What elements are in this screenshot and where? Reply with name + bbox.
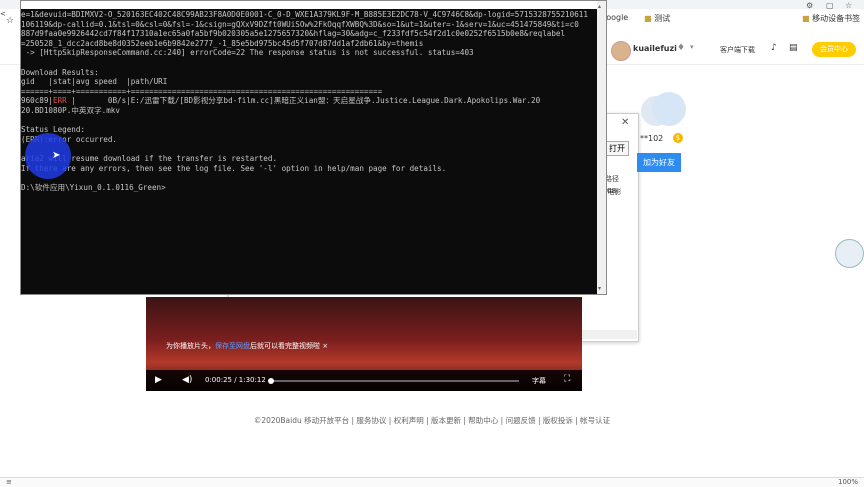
add-friend-button[interactable]: 加为好友 <box>637 153 681 172</box>
video-controls: ▶ ◀) 0:00:25 / 1:30:12 字幕 ⛶ <box>146 370 582 391</box>
console-window[interactable]: e=1&devuid=BDIMXV2-O_520163EC402C48C99AB… <box>20 0 607 295</box>
video-subtitle: 为你播放片头，保存至网盘后就可以看完整视频啦 × <box>166 342 329 350</box>
bookmark-test[interactable]: ■ 测试 <box>644 13 670 24</box>
scroll-down-icon[interactable]: ▾ <box>598 285 601 292</box>
mouse-pointer-icon: ➤ <box>52 150 61 161</box>
volume-icon[interactable]: ◀) <box>182 375 192 385</box>
diamond-icon: ♦ <box>677 43 686 53</box>
back-icon[interactable]: < <box>0 10 6 18</box>
cursor-highlight <box>25 133 71 179</box>
clipboard-icon[interactable]: ▤ <box>789 43 798 53</box>
star-icon[interactable]: ☆ <box>845 1 852 10</box>
console-line: If there are any errors, then see the lo… <box>21 163 447 173</box>
console-line: (ERR):error occurred. <box>21 134 118 144</box>
play-icon[interactable]: ▶ <box>155 375 162 385</box>
console-line: D:\软件应用\Yixun_0.1.0116_Green> <box>21 182 166 192</box>
client-download-link[interactable]: 客户端下载 <box>720 45 755 55</box>
open-button[interactable]: 打开 <box>605 141 629 156</box>
zoom-level[interactable]: 100% <box>838 478 858 486</box>
folder-icon: ■ <box>644 14 652 23</box>
fullscreen-icon[interactable]: ⛶ <box>564 374 570 384</box>
bell-icon[interactable]: ♪ <box>771 43 777 53</box>
console-line: =250528_1_dcc2acd8be8d0352eeb1e6b9842e27… <box>21 38 424 48</box>
tab-strip-icon: ☆ <box>6 16 15 26</box>
bookmark-mobile[interactable]: ■ 移动设备书签 <box>802 13 860 24</box>
username[interactable]: kuailefuzi <box>633 44 677 53</box>
close-icon[interactable]: ✕ <box>621 117 629 128</box>
tab-icon[interactable]: ▢ <box>826 1 834 10</box>
console-line: 960c89|ERR | 0B/s|E:/迅雷下载/[BD影视分享bd-film… <box>21 96 541 106</box>
console-line: 887d9faa0e9926442cd7f84f17310a1ec65a0fa5… <box>21 29 566 39</box>
console-scrollbar[interactable]: ▴ ▾ <box>597 1 606 294</box>
console-line: Download Results: <box>21 67 99 77</box>
console-line: aria2 will resume download if the transf… <box>21 153 278 163</box>
chevron-down-icon[interactable]: ▾ <box>690 43 694 51</box>
console-line: 106119&dp-callid=0.1&tsl=0&csl=0&fsl=-1&… <box>21 19 579 29</box>
scroll-up-icon[interactable]: ▴ <box>598 3 601 10</box>
subtitle-button[interactable]: 字幕 <box>532 376 546 386</box>
user-id: **102 <box>640 134 664 143</box>
avatar[interactable] <box>611 41 631 61</box>
console-line: 20.BD1080P.中英双字.mkv <box>21 105 120 115</box>
settings-icon[interactable]: ⚙ <box>806 1 813 10</box>
console-line: ======+====+===========+================… <box>21 86 383 96</box>
coin-icon: $ <box>673 133 683 143</box>
progress-handle[interactable] <box>268 378 274 384</box>
folder-icon: ■ <box>802 14 810 23</box>
floating-avatar[interactable] <box>835 239 864 268</box>
bookmarks-bar: Google ■ 测试 ■ 移动设备书签 <box>600 13 864 27</box>
video-time: 0:00:25 / 1:30:12 <box>205 376 266 384</box>
console-line: gid |stat|avg speed |path/URI <box>21 77 168 87</box>
console-output: e=1&devuid=BDIMXV2-O_520163EC402C48C99AB… <box>21 10 599 192</box>
console-line: e=1&devuid=BDIMXV2-O_520163EC402C48C99AB… <box>21 10 588 19</box>
vip-center-button[interactable]: 会员中心 <box>812 42 856 57</box>
console-line: -> [HttpSkipResponseCommand.cc:240] erro… <box>21 48 474 58</box>
row-number: 08 <box>607 187 616 195</box>
console-line: Status Legend: <box>21 125 86 135</box>
menu-icon[interactable]: ≡ <box>6 478 12 486</box>
progress-track[interactable] <box>268 378 519 384</box>
console-titlebar[interactable] <box>21 1 599 9</box>
friend-avatar <box>652 92 686 126</box>
footer-links[interactable]: ©2020Baidu 移动开放平台 | 服务协议 | 权利声明 | 版本更新 |… <box>0 415 864 426</box>
path-col-label: 路径 <box>605 175 619 183</box>
